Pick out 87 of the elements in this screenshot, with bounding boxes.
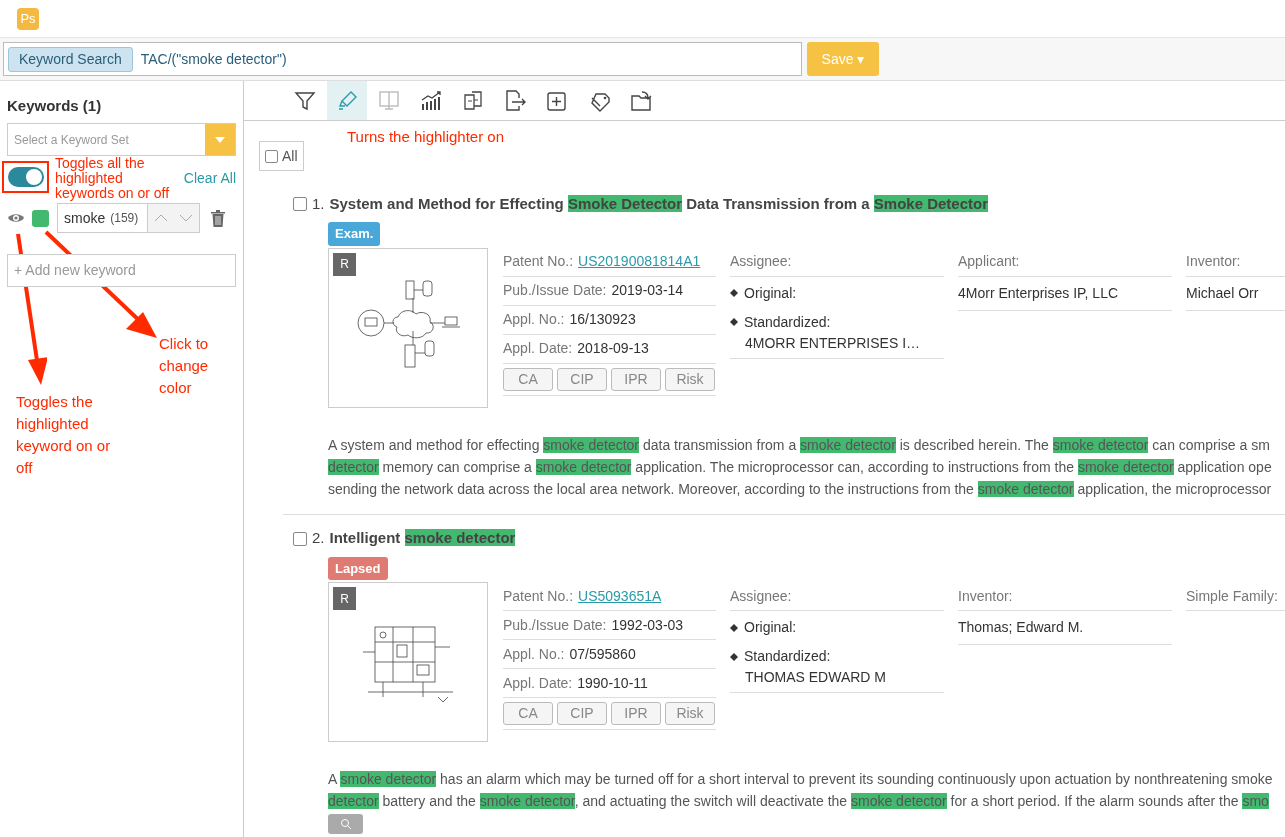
field-value: Thomas; Edward M. [958, 618, 1084, 637]
column-heading: Inventor: [1186, 252, 1241, 271]
color-swatch[interactable] [32, 209, 49, 227]
column-heading: Applicant: [958, 252, 1020, 271]
patent-number-link[interactable]: US20190081814A1 [578, 251, 701, 272]
status-badge: Lapsed [328, 556, 388, 580]
app-logo: Ps [17, 7, 39, 30]
highlighter-icon [336, 89, 358, 112]
field-value: 07/595860 [569, 644, 636, 664]
compare-documents-icon [462, 89, 484, 112]
field-value: 4MORR ENTERPRISES I… [744, 333, 922, 353]
field-label: Appl. No.: [503, 310, 565, 329]
add-icon [546, 89, 568, 112]
diamond-bullet-icon [730, 289, 738, 297]
keyword-set-dropdown[interactable]: Select a Keyword Set [7, 123, 236, 156]
field-value: Standardized: [744, 312, 831, 332]
tag-button[interactable]: Risk [665, 702, 715, 725]
add-keyword-field[interactable]: + Add new keyword [7, 254, 236, 287]
field-label: Pub./Issue Date: [503, 281, 607, 300]
column-heading: Simple Family: [1186, 586, 1278, 606]
diamond-bullet-icon [730, 623, 738, 632]
patent-image[interactable]: R [328, 247, 488, 408]
patent-title-link[interactable]: Intelligent smoke detector [329, 527, 516, 550]
field-value: 16/130923 [569, 310, 636, 329]
tag-button[interactable]: IPR [611, 367, 661, 391]
dropdown-placeholder: Select a Keyword Set [13, 131, 130, 149]
field-value: 2019-03-14 [611, 281, 684, 300]
annotation-text: Toggles the highlighted keyword on or off [16, 392, 111, 478]
search-field[interactable]: Keyword Search TAC/("smoke detector") [3, 42, 802, 76]
annotation-text: Toggles all the highlighted keywords on or off [55, 156, 171, 201]
search-type-chip[interactable]: Keyword Search [8, 46, 133, 72]
field-value: THOMAS EDWARD M [744, 668, 888, 687]
field-label: Appl. Date: [503, 339, 573, 358]
abstract-text: A smoke detector has an alarm which may be turned off for a short interval to prevent its sounding continuously upon actuation by nonthreatening smoke [328, 770, 1274, 789]
annotation-text: Turns the highlighter on [347, 127, 505, 147]
field-value: 1992-03-03 [611, 615, 684, 635]
search-query: TAC/("smoke detector") [140, 49, 287, 69]
diamond-bullet-icon [730, 318, 738, 326]
column-heading: Assignee: [730, 586, 792, 606]
tag-button[interactable]: CIP [557, 367, 607, 391]
field-value: Michael Orr [1186, 283, 1259, 303]
image-badge: R [333, 252, 356, 276]
filter-icon [294, 89, 316, 112]
patent-title-link[interactable]: System and Method for Effecting Smoke Detector Data Transmission from a Smoke Detector [329, 192, 989, 216]
field-value: Original: [744, 283, 797, 303]
field-value: 4Morr Enterprises IP, LLC [958, 283, 1119, 303]
highlight-frame [2, 161, 49, 193]
checkbox[interactable] [293, 197, 307, 211]
clear-all-link[interactable]: Clear All [183, 167, 236, 189]
tag-button[interactable]: CA [503, 367, 553, 391]
zoom-button[interactable] [328, 814, 363, 834]
field-label: Appl. Date: [503, 673, 573, 693]
tag-button[interactable]: CIP [557, 702, 607, 725]
status-badge: Exam. [328, 222, 381, 246]
patent-number-link[interactable]: US5093651A [578, 585, 662, 607]
select-all-button[interactable]: All [259, 141, 304, 171]
export-icon [504, 89, 526, 112]
field-label: Patent No.: [503, 586, 574, 606]
highlight-all-toggle[interactable] [8, 167, 44, 187]
keywords-heading: Keywords (1) [7, 96, 103, 115]
field-value: Original: [744, 618, 797, 637]
abstract-text: sending the network data across the local area network. Moreover, according to the instructions from the smoke detector application, the microprocessor [328, 479, 1273, 499]
field-value: 2018-09-13 [577, 339, 649, 358]
result-number: 2. [312, 528, 325, 549]
abstract-text: detector battery and the smoke detector, and actuating the switch will deactivate the smoke detector for a short period. If the alarm sounds after the smo [328, 792, 1270, 811]
column-heading: Inventor: [958, 586, 1013, 606]
column-heading: Assignee: [730, 252, 792, 271]
image-badge: R [333, 587, 356, 610]
eye-icon[interactable] [7, 212, 25, 224]
folder-arrow-icon [630, 89, 652, 112]
tag-button[interactable]: IPR [611, 702, 661, 725]
trash-icon[interactable] [211, 209, 225, 227]
magnifier-icon [339, 818, 352, 830]
split-screen-icon [378, 89, 400, 112]
checkbox[interactable] [293, 531, 307, 546]
field-label: Pub./Issue Date: [503, 615, 607, 635]
field-value: 1990-10-11 [577, 673, 648, 693]
bar-chart-icon [420, 89, 442, 112]
tag-button[interactable]: Risk [665, 367, 715, 391]
tag-button[interactable]: CA [503, 702, 553, 725]
field-label: Appl. No.: [503, 644, 565, 664]
annotation-text: Click to change color [159, 334, 210, 398]
diamond-bullet-icon [730, 652, 738, 661]
result-number: 1. [312, 193, 325, 214]
field-value: Standardized: [744, 647, 831, 666]
field-label: Patent No.: [503, 252, 574, 271]
patent-image[interactable]: R [328, 582, 488, 742]
